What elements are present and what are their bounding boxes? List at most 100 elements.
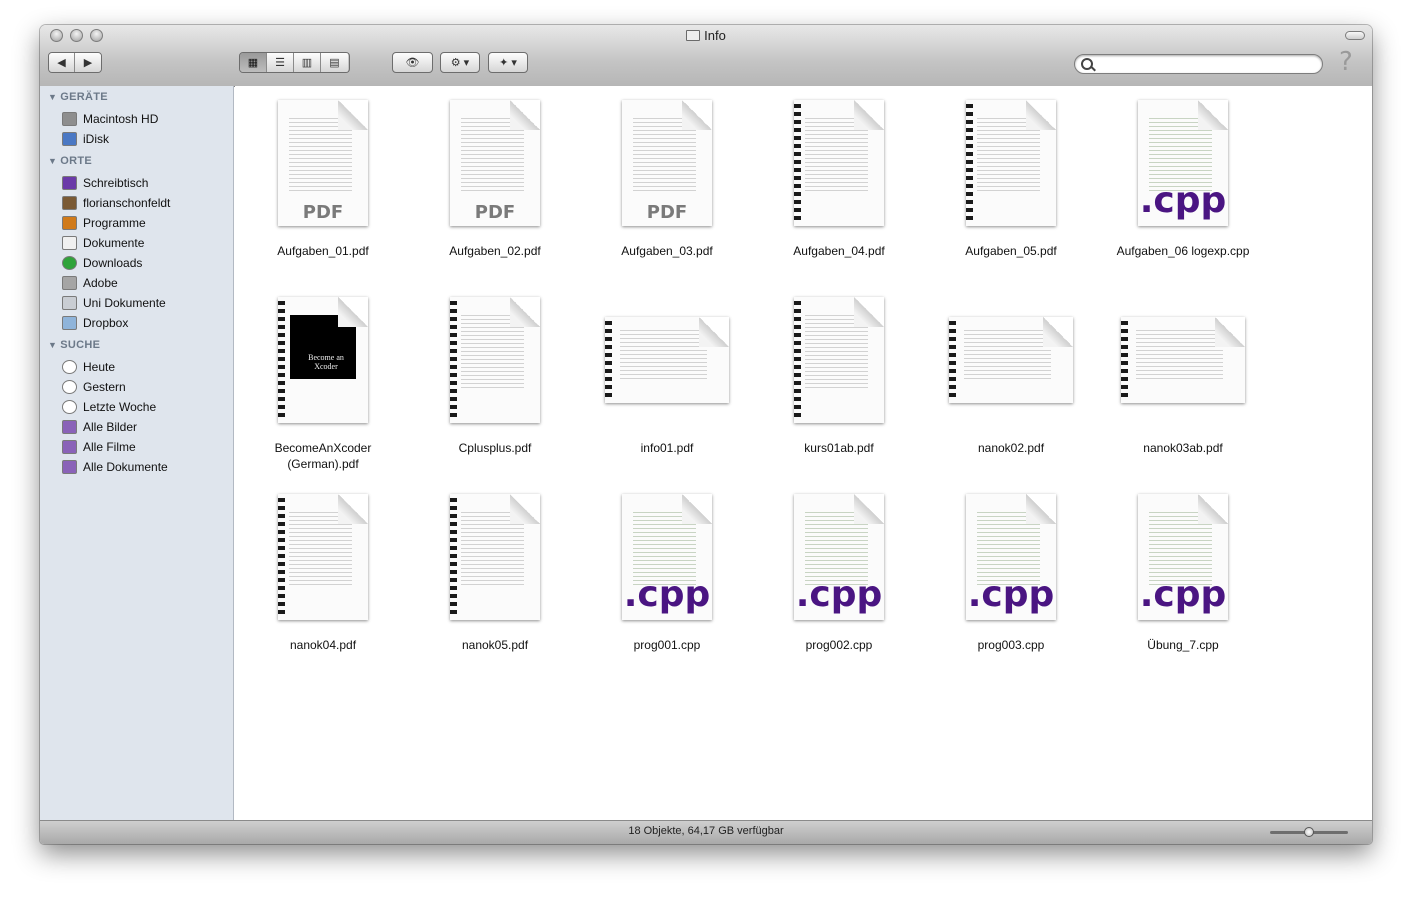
disclosure-triangle-icon[interactable]: ▼ <box>48 156 57 166</box>
file-item[interactable]: .cpp Übung_7.cpp <box>1097 480 1269 670</box>
file-thumbnail-icon <box>1121 317 1245 403</box>
pdf-label: PDF <box>302 202 344 223</box>
file-item[interactable]: .cpp Aufgaben_06 logexp.cpp <box>1097 86 1269 276</box>
sidebar-item-gestern[interactable]: Gestern <box>62 378 126 396</box>
quicklook-button[interactable]: 👁 <box>392 52 433 73</box>
file-item[interactable]: Become an Xcoder BecomeAnXcoder (German).… <box>237 283 409 473</box>
sidebar-item-label: Alle Dokumente <box>83 460 168 474</box>
sidebar-item-label: Macintosh HD <box>83 112 159 126</box>
smart-folder-icon <box>62 420 77 434</box>
sidebar-item-dokumente[interactable]: Dokumente <box>62 234 144 252</box>
sidebar-item-alle-bilder[interactable]: Alle Bilder <box>62 418 137 436</box>
file-thumbnail-icon: .cpp <box>1138 100 1228 226</box>
file-item[interactable]: kurs01ab.pdf <box>753 283 925 473</box>
sidebar-item-label: Programme <box>83 216 146 230</box>
file-item[interactable]: nanok04.pdf <box>237 480 409 670</box>
help-icon[interactable]: ? <box>1339 47 1353 77</box>
cpp-label: .cpp <box>623 574 711 615</box>
sidebar-item-downloads[interactable]: Downloads <box>62 254 142 272</box>
view-mode-control: ▦ ☰ ▥ ▤ <box>239 52 350 73</box>
sidebar-section-header[interactable]: ▼ SUCHE <box>48 339 100 351</box>
folder-icon <box>62 296 77 310</box>
column-view-button[interactable]: ▥ <box>294 53 321 72</box>
file-name: BecomeAnXcoder (German).pdf <box>274 441 372 471</box>
file-thumbnail-icon: PDF <box>278 100 368 226</box>
window-title-text: Info <box>704 28 726 43</box>
file-item[interactable]: nanok03ab.pdf <box>1097 283 1269 473</box>
sidebar-item-alle-dokumente[interactable]: Alle Dokumente <box>62 458 168 476</box>
file-name: Cplusplus.pdf <box>458 441 532 455</box>
file-item[interactable]: Cplusplus.pdf <box>409 283 581 473</box>
sidebar-item-uni-dokumente[interactable]: Uni Dokumente <box>62 294 166 312</box>
slider-knob[interactable] <box>1304 827 1314 837</box>
file-name: nanok05.pdf <box>461 638 529 652</box>
sidebar-item-macintosh-hd[interactable]: Macintosh HD <box>62 110 158 128</box>
finder-window: Info ◀ ▶ ▦ ☰ ▥ ▤ 👁 ⚙ ▾ ✦ ▾ ? ▼ GERÄTE Macinto… <box>40 25 1372 844</box>
sidebar-item-idisk[interactable]: iDisk <box>62 130 109 148</box>
sidebar-item-label: Dokumente <box>83 236 145 250</box>
sidebar-item-florianschonfeldt[interactable]: florianschonfeldt <box>62 194 170 212</box>
disclosure-triangle-icon[interactable]: ▼ <box>48 340 57 350</box>
coverflow-view-button[interactable]: ▤ <box>321 53 348 72</box>
search-field[interactable] <box>1074 54 1323 74</box>
cpp-label: .cpp <box>1139 180 1227 221</box>
file-item[interactable]: nanok05.pdf <box>409 480 581 670</box>
file-name: Aufgaben_01.pdf <box>277 244 369 258</box>
clock-icon <box>62 380 77 394</box>
file-item[interactable]: .cpp prog001.cpp <box>581 480 753 670</box>
sidebar-item-letzte-woche[interactable]: Letzte Woche <box>62 398 156 416</box>
file-item[interactable]: nanok02.pdf <box>925 283 1097 473</box>
sidebar-section-header[interactable]: ▼ ORTE <box>48 155 92 167</box>
sidebar-item-heute[interactable]: Heute <box>62 358 115 376</box>
gear-icon: ⚙ ▾ <box>450 57 470 69</box>
forward-button[interactable]: ▶ <box>75 53 101 72</box>
file-item[interactable]: PDF Aufgaben_01.pdf <box>237 86 409 276</box>
sidebar-item-label: Gestern <box>83 380 126 394</box>
search-icon <box>1081 58 1093 70</box>
sidebar-section-label: GERÄTE <box>60 91 108 103</box>
toolbar-toggle-button[interactable] <box>1345 31 1365 40</box>
sidebar-item-adobe[interactable]: Adobe <box>62 274 118 292</box>
sidebar-item-label: Heute <box>83 360 116 374</box>
action-menu-button[interactable]: ⚙ ▾ <box>440 52 480 73</box>
file-item[interactable]: Aufgaben_04.pdf <box>753 86 925 276</box>
file-item[interactable]: Aufgaben_05.pdf <box>925 86 1097 276</box>
cpp-label: .cpp <box>1139 574 1227 615</box>
pdf-label: PDF <box>474 202 516 223</box>
sidebar-item-label: Downloads <box>83 256 143 270</box>
disclosure-triangle-icon[interactable]: ▼ <box>48 92 57 102</box>
sidebar-item-programme[interactable]: Programme <box>62 214 146 232</box>
cpp-label: .cpp <box>795 574 883 615</box>
applications-icon <box>62 216 77 230</box>
file-name: Aufgaben_05.pdf <box>965 244 1057 258</box>
dropbox-menu-button[interactable]: ✦ ▾ <box>488 52 528 73</box>
sidebar-item-alle-filme[interactable]: Alle Filme <box>62 438 136 456</box>
documents-icon <box>62 236 77 250</box>
icon-size-slider[interactable] <box>1270 827 1348 837</box>
file-grid: PDF Aufgaben_01.pdf PDF Aufgaben_02.pdf PDF A… <box>235 86 1372 820</box>
idisk-icon <box>62 132 77 146</box>
file-name: nanok03ab.pdf <box>1143 441 1223 455</box>
clock-icon <box>62 400 77 414</box>
icon-view-button[interactable]: ▦ <box>240 53 267 72</box>
clock-icon <box>62 360 77 374</box>
file-name: Übung_7.cpp <box>1147 638 1219 652</box>
file-thumbnail-icon <box>605 317 729 403</box>
file-item[interactable]: info01.pdf <box>581 283 753 473</box>
file-item[interactable]: PDF Aufgaben_03.pdf <box>581 86 753 276</box>
eye-icon: 👁 <box>405 57 420 69</box>
sidebar-section-header[interactable]: ▼ GERÄTE <box>48 91 108 103</box>
sidebar-item-dropbox[interactable]: Dropbox <box>62 314 128 332</box>
sidebar-item-schreibtisch[interactable]: Schreibtisch <box>62 174 148 192</box>
file-item[interactable]: .cpp prog002.cpp <box>753 480 925 670</box>
folder-icon <box>62 316 77 330</box>
file-name: prog003.cpp <box>977 638 1045 652</box>
downloads-icon <box>62 256 77 270</box>
file-item[interactable]: .cpp prog003.cpp <box>925 480 1097 670</box>
file-thumbnail-icon <box>966 100 1056 226</box>
back-button[interactable]: ◀ <box>49 53 76 72</box>
list-view-button[interactable]: ☰ <box>267 53 294 72</box>
file-item[interactable]: PDF Aufgaben_02.pdf <box>409 86 581 276</box>
sidebar-item-label: Uni Dokumente <box>83 296 166 310</box>
titlebar: Info ◀ ▶ ▦ ☰ ▥ ▤ 👁 ⚙ ▾ ✦ ▾ ? <box>40 25 1372 87</box>
